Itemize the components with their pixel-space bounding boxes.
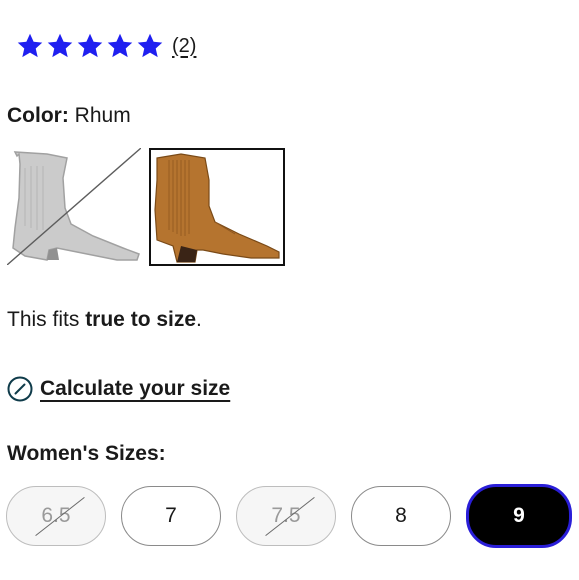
size-option-7-5[interactable]: 7.5 <box>236 486 336 546</box>
size-label: 7 <box>165 504 177 527</box>
sizes-title: Women's Sizes: <box>7 442 166 465</box>
size-option-8[interactable]: 8 <box>351 486 451 546</box>
star-icon <box>76 32 104 60</box>
review-count-link[interactable]: (2) <box>172 35 196 58</box>
calculator-icon <box>7 376 33 402</box>
size-option-9[interactable]: 9 <box>466 484 572 548</box>
fit-guidance: This fits true to size. <box>7 308 202 332</box>
star-icon <box>106 32 134 60</box>
color-label: Color: <box>7 104 69 127</box>
size-label: 8 <box>395 504 407 527</box>
star-icon <box>136 32 164 60</box>
calculate-size-label[interactable]: Calculate your size <box>40 377 230 401</box>
fit-suffix: . <box>196 308 202 331</box>
color-selection-label: Color: Rhum <box>7 104 131 128</box>
boot-image-gray <box>7 148 141 265</box>
swatch-rhum[interactable] <box>149 148 285 266</box>
size-option-7[interactable]: 7 <box>121 486 221 546</box>
rating-row: (2) <box>16 32 196 60</box>
star-icon <box>16 32 44 60</box>
fit-prefix: This fits <box>7 308 86 331</box>
color-swatches <box>7 148 285 266</box>
boot-image-rhum <box>151 150 283 264</box>
calculate-size-link[interactable]: Calculate your size <box>7 376 230 402</box>
swatch-unavailable[interactable] <box>7 148 141 265</box>
size-label: 7.5 <box>271 504 301 527</box>
size-options: 6.5 7 7.5 8 9 <box>6 484 579 548</box>
size-label: 6.5 <box>41 504 71 527</box>
fit-emphasis: true to size <box>85 308 197 331</box>
star-icon <box>46 32 74 60</box>
size-label: 9 <box>513 504 525 527</box>
size-option-6-5[interactable]: 6.5 <box>6 486 106 546</box>
color-value: Rhum <box>74 104 131 127</box>
